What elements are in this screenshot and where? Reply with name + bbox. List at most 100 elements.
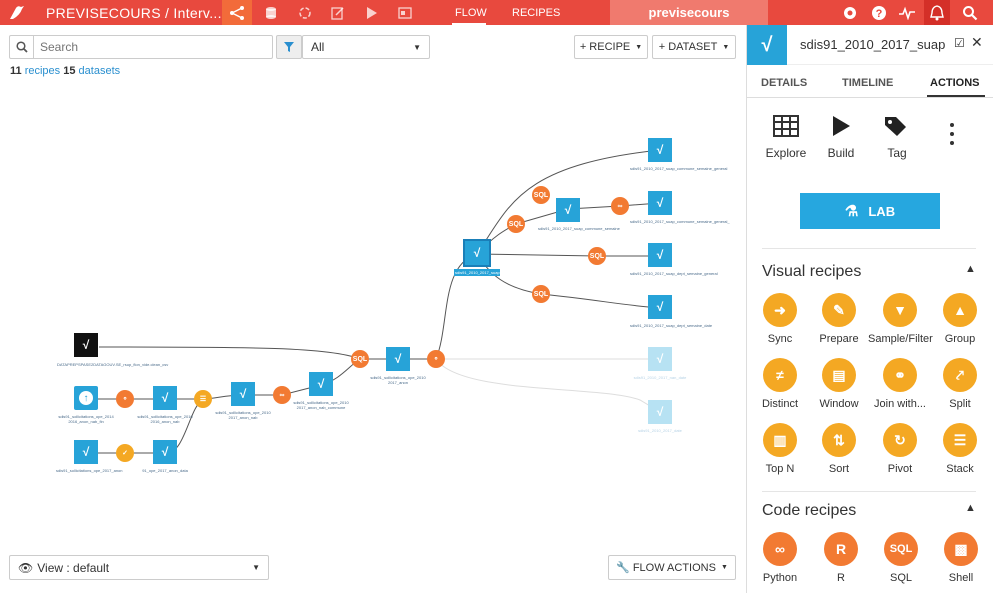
code-recipes-heading: Code recipes [762,502,857,519]
sync-label: Sync [767,333,793,345]
flow-canvas[interactable]: All ▼ + RECIPE ▼ + DATASET ▼ 11 recipes … [0,25,746,593]
selected-dataset-label: sdis91_2010_2017_suap [454,269,500,276]
tab-timeline[interactable]: TIMELINE [842,77,893,89]
build-action[interactable]: Build [811,115,871,160]
divider [762,248,976,249]
python-recipe-item[interactable]: ∞ Python [748,532,812,584]
explore-action[interactable]: Explore [756,115,816,160]
dataset-node-faded[interactable]: √ [648,347,672,371]
dataset-node[interactable]: √ [386,347,410,371]
caret-down-icon: ▼ [252,563,260,572]
chevron-up-icon[interactable]: ▲ [965,263,976,275]
panel-header: √ sdis91_2010_2017_suap ☑ ✕ [747,25,993,65]
stack-icon: ☰ [943,423,977,457]
dataset-node[interactable]: √ [556,198,580,222]
close-icon[interactable]: ✕ [971,34,983,51]
r-recipe-item[interactable]: RR [809,532,873,584]
sql-recipe-node[interactable]: SQL [588,247,606,265]
jobs-play-icon[interactable] [363,4,381,22]
shell-recipe-item[interactable]: ▩ Shell [929,532,993,584]
flow-nav-label[interactable]: FLOW [455,7,487,19]
dataset-node-selected[interactable]: √ [463,239,491,267]
dataset-node-faded[interactable]: √ [648,400,672,424]
activity-pulse-icon[interactable] [898,4,916,22]
more-vertical-icon[interactable] [950,123,956,145]
distinct-label: Distinct [761,398,799,410]
dataset-node[interactable]: √ [648,243,672,267]
sql-icon-label: SQL [352,355,368,363]
sql-recipe-node[interactable]: SQL [532,186,550,204]
sample-filter-label: Sample/Filter [868,333,933,345]
tab-details[interactable]: DETAILS [761,77,807,89]
dataset-label: sdis91_sollicitations_ope_2010 2017_anon… [215,410,271,420]
dataset-node[interactable]: √ [648,138,672,162]
project-key-label[interactable]: previsecours [649,5,730,20]
python-recipe-node[interactable]: ∞ [273,386,291,404]
sync-recipe-node[interactable]: ⚬ [116,390,134,408]
flow-actions-button[interactable]: 🔧 FLOW ACTIONS ▼ [608,555,736,580]
chevron-up-icon[interactable]: ▲ [965,502,976,514]
window-label: Window [819,398,859,410]
sql-recipe-node[interactable]: SQL [507,215,525,233]
project-breadcrumb[interactable]: PREVISECOURS / Interv... [46,0,222,25]
lab-button[interactable]: ⚗ LAB [800,193,940,229]
split-recipe-node[interactable]: ⚬ [427,350,445,368]
join-recipe-item[interactable]: ⚭ Join with... [868,358,932,410]
stack-recipe-item[interactable]: ☰ Stack [928,423,992,475]
dashboard-icon[interactable] [396,4,414,22]
recipes-nav-link[interactable]: RECIPES [512,0,560,25]
topn-recipe-item[interactable]: ▥ Top N [748,423,812,475]
search-icon[interactable] [961,4,979,22]
pivot-recipe-item[interactable]: ↻ Pivot [868,423,932,475]
dataset-node[interactable]: √ [153,440,177,464]
sql-recipe-item[interactable]: SQL SQL [869,532,933,584]
dataset-node-source[interactable]: √ [74,333,98,357]
help-icon[interactable]: ? [870,4,888,22]
stack-recipe-node[interactable]: ☰ [194,390,212,408]
recipes-nav-label[interactable]: RECIPES [512,7,560,19]
dataset-node-upload[interactable]: ↑ [74,386,98,410]
tag-action[interactable]: Tag [867,115,927,160]
datasets-icon[interactable] [262,4,280,22]
split-recipe-item[interactable]: ⤤ Split [928,358,992,410]
sql-recipe-node[interactable]: SQL [351,350,369,368]
gear-icon[interactable] [841,4,859,22]
terminal-icon: ▩ [944,532,978,566]
notebook-edit-icon[interactable] [329,4,347,22]
python-icon: ∞ [763,532,797,566]
group-recipe-item[interactable]: ▲ Group [928,293,992,345]
dataset-node[interactable]: √ [153,386,177,410]
prepare-recipe-item[interactable]: ✎ Prepare [807,293,871,345]
window-recipe-item[interactable]: ▤ Window [807,358,871,410]
project-key-box[interactable]: previsecours [610,0,768,25]
check-edit-icon[interactable]: ☑ [954,36,965,50]
sort-recipe-item[interactable]: ⇅ Sort [807,423,871,475]
sample-filter-recipe-item[interactable]: ▼ Sample/Filter [868,293,933,345]
dataset-icon: √ [473,246,481,260]
tab-actions[interactable]: ACTIONS [930,77,980,89]
flow-nav-link[interactable]: FLOW [455,0,487,25]
project-title[interactable]: PREVISECOURS / Interv... [46,5,222,21]
view-select[interactable]: 👁 View : default ▼ [9,555,269,580]
python-recipe-node[interactable]: ∞ [611,197,629,215]
svg-text:?: ? [876,8,883,20]
distinct-recipe-item[interactable]: ≠ Distinct [748,358,812,410]
dataset-node[interactable]: √ [648,191,672,215]
sql-recipe-node[interactable]: SQL [532,285,550,303]
dataset-label-faded: sdis91_2010_2017_nan_date [633,375,687,380]
dataset-node[interactable]: √ [231,382,255,406]
window-icon: ▤ [822,358,856,392]
prepare-recipe-node[interactable]: ✓ [116,444,134,462]
dataset-label: DATAPREPSPASE2DATAGOUV.SE_rsup_flon_vide… [57,362,169,367]
dataset-node[interactable]: √ [309,372,333,396]
share-icon: ⚬ [122,396,128,403]
recipes-cycle-icon[interactable] [296,4,314,22]
sync-recipe-item[interactable]: ➜ Sync [748,293,812,345]
dataset-node[interactable]: √ [648,295,672,319]
flow-icon[interactable] [228,4,246,22]
wrench-icon: 🔧 [616,562,630,574]
visual-recipes-heading: Visual recipes [762,263,862,280]
dataiku-bird-logo-icon[interactable] [8,4,26,22]
bell-icon[interactable] [928,4,946,22]
dataset-node[interactable]: √ [74,440,98,464]
